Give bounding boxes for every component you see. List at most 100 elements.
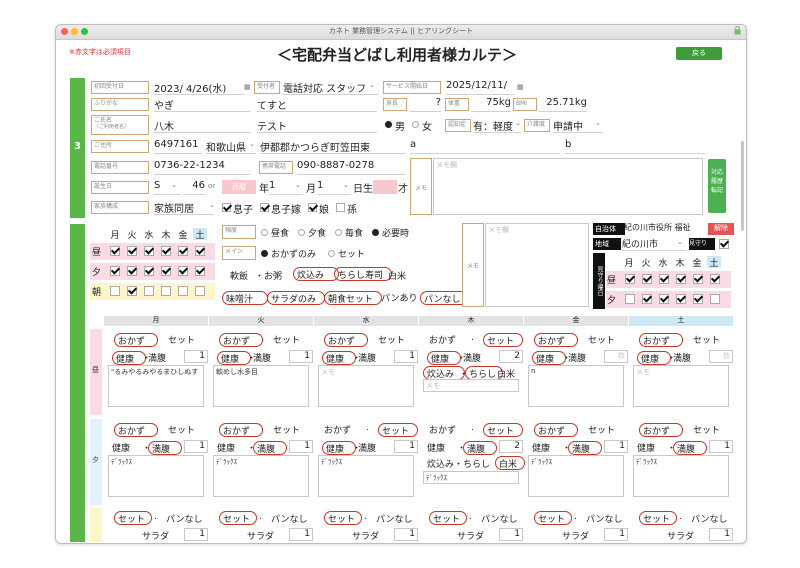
family-dropdown-icon[interactable]: ⌄ — [209, 201, 217, 209]
breakfast-set-option[interactable]: セット — [639, 511, 677, 525]
phone-field[interactable]: 0736-22-1234 — [154, 160, 250, 175]
calendar-icon[interactable]: ▦ — [244, 83, 252, 91]
grid.dinner-kenko-option[interactable]: 健康 — [217, 441, 243, 454]
name-mei-field[interactable]: テスト — [257, 118, 377, 133]
watch-checkbox[interactable] — [676, 274, 686, 284]
grid.dinner-okazu-option[interactable]: おかず — [324, 423, 360, 436]
breakfast-salad-count[interactable]: 1 — [394, 528, 418, 541]
grid.lunch-memo-field[interactable]: メモ — [633, 365, 729, 407]
schedule-checkbox[interactable] — [144, 286, 154, 296]
city-field[interactable]: 伊都郡かつらぎ町笠田東 — [260, 139, 406, 154]
grid.dinner-manpuku-option[interactable]: 満腹 — [358, 441, 384, 454]
day-dropdown-icon[interactable]: ⌄ — [343, 181, 351, 189]
grid.lunch-manpuku-option[interactable]: 満腹 — [253, 351, 279, 364]
grid.lunch-count-field[interactable]: 1 — [289, 350, 313, 363]
grid.lunch-manpuku-option[interactable]: 満腹 — [148, 351, 174, 364]
schedule-checkbox[interactable] — [127, 246, 137, 256]
grid.dinner-kenko-option[interactable]: 健康 — [427, 441, 453, 454]
cancel-button[interactable]: 解除 — [708, 223, 734, 235]
family-member-checkbox[interactable] — [336, 203, 345, 212]
grid.dinner-count-field[interactable]: 1 — [289, 440, 313, 453]
grid.dinner-kenko-option[interactable]: 健康 — [637, 441, 663, 454]
grid.lunch-kenko-option[interactable]: 健康 — [112, 351, 146, 365]
schedule-checkbox[interactable] — [178, 286, 188, 296]
dementia-dropdown-icon[interactable]: ⌄ — [515, 119, 523, 127]
watch-checkbox[interactable] — [676, 294, 686, 304]
grid.dinner-manpuku-option[interactable]: 満腹 — [148, 441, 182, 455]
history-transfer-button[interactable]: 対応 履歴 転記 — [708, 159, 726, 213]
breakfast-bread-option[interactable]: パンなし — [691, 512, 731, 525]
breakfast-salad-count[interactable]: 1 — [709, 528, 733, 541]
grid.dinner-rice-c[interactable]: 白米 — [495, 456, 525, 470]
furigana-sei-field[interactable]: やぎ — [154, 97, 250, 112]
breakfast-set-option[interactable]: セット — [429, 511, 467, 525]
watch-checkbox[interactable] — [719, 239, 729, 249]
grid.dinner-okazu-option[interactable]: おかず — [114, 423, 158, 437]
frequency-radio[interactable] — [261, 229, 268, 236]
schedule-checkbox[interactable] — [178, 266, 188, 276]
grid.lunch-count-field[interactable]: 2 — [499, 350, 523, 363]
grid.dinner-kenko-option[interactable]: 健康 — [112, 441, 138, 454]
breakfast-salad-count[interactable]: 1 — [604, 528, 628, 541]
schedule-checkbox[interactable] — [110, 266, 120, 276]
frequency-radio[interactable] — [298, 229, 305, 236]
breakfast-bread-option[interactable]: パンなし — [271, 512, 311, 525]
grid.lunch-count-field[interactable]: 数 — [604, 350, 628, 363]
grid.lunch-count-field[interactable]: 1 — [394, 350, 418, 363]
grid.lunch-set-option[interactable]: セット — [693, 333, 725, 346]
grid.dinner-set-option[interactable]: セット — [273, 423, 305, 436]
extra-option[interactable]: 味噌汁 — [222, 291, 268, 305]
grid.lunch-set-option[interactable]: セット — [168, 333, 200, 346]
gender-female-radio[interactable] — [412, 121, 419, 128]
grid.lunch-set-option[interactable]: セット — [378, 333, 410, 346]
grid.dinner-set-option[interactable]: セット — [378, 423, 418, 437]
schedule-checkbox[interactable] — [161, 266, 171, 276]
breakfast-set-option[interactable]: セット — [219, 511, 257, 525]
grid.lunch-memo-field[interactable]: メモ — [318, 365, 414, 407]
extra-option[interactable]: 朝食セット — [324, 291, 382, 305]
extra-option[interactable]: パンあり — [381, 291, 417, 304]
grid.lunch-manpuku-option[interactable]: 満腹 — [673, 351, 699, 364]
schedule-checkbox[interactable] — [144, 246, 154, 256]
grid.lunch-okazu-option[interactable]: おかず — [534, 333, 578, 347]
schedule-checkbox[interactable] — [161, 286, 171, 296]
main-radio-set[interactable] — [328, 250, 335, 257]
schedule-checkbox[interactable] — [127, 266, 137, 276]
extra-option[interactable]: パンなし — [420, 291, 468, 305]
grid.lunch-manpuku-option[interactable]: 満腹 — [358, 351, 384, 364]
grid.lunch-manpuku-option[interactable]: 満腹 — [568, 351, 594, 364]
grid.lunch-kenko-option[interactable]: 健康 — [637, 351, 671, 365]
breakfast-set-option[interactable]: セット — [114, 511, 152, 525]
calendar-icon[interactable]: ▦ — [517, 83, 525, 91]
grid.dinner-count-field[interactable]: 2 — [499, 440, 523, 453]
grid.lunch-kenko-option[interactable]: 健康 — [427, 351, 461, 365]
grid.lunch-manpuku-option[interactable]: 満腹 — [463, 351, 489, 364]
grid.lunch-set-option[interactable]: セット — [273, 333, 305, 346]
memo-field[interactable]: メモ欄 — [433, 158, 703, 215]
mobile-field[interactable]: 090-8887-0278 — [297, 160, 405, 175]
frequency-radio[interactable] — [372, 229, 379, 236]
grid.lunch-count-field[interactable]: 1 — [184, 350, 208, 363]
grid.lunch-kenko-option[interactable]: 健康 — [322, 351, 356, 365]
breakfast-salad-count[interactable]: 1 — [499, 528, 523, 541]
watch-checkbox[interactable] — [659, 274, 669, 284]
receiver-select[interactable]: 電話対応 スタッフ — [283, 80, 379, 95]
postal-field[interactable]: 6497161 — [154, 139, 202, 154]
grid.lunch-memo-field[interactable]: n — [528, 365, 624, 407]
breakfast-bread-option[interactable]: パンなし — [166, 512, 206, 525]
furigana-mei-field[interactable]: てすと — [257, 97, 377, 112]
family-member-checkbox[interactable] — [308, 203, 317, 212]
schedule-checkbox[interactable] — [110, 286, 120, 296]
grid.lunch-kenko-option[interactable]: 健康 — [217, 351, 251, 365]
grid.dinner-memo-field[interactable]: ﾃﾞﾗｯｸｽ — [633, 455, 729, 497]
grid.lunch-kenko-option[interactable]: 健康 — [532, 351, 566, 365]
breakfast-salad-count[interactable]: 1 — [184, 528, 208, 541]
family-member-checkbox[interactable] — [260, 203, 269, 212]
rice-option-circled[interactable]: ちらし寿司 — [334, 267, 392, 281]
grid.dinner-manpuku-option[interactable]: 満腹 — [673, 441, 707, 455]
weight-field[interactable]: 75kg — [471, 97, 511, 112]
gender-male-radio[interactable] — [385, 121, 392, 128]
grid.dinner-memo-field[interactable]: ﾃﾞﾗｯｸｽ — [108, 455, 204, 497]
grid.lunch-memo-field[interactable]: "るみやるみやるまひしぬす — [108, 365, 204, 407]
extra-option[interactable]: サラダのみ — [267, 291, 325, 305]
